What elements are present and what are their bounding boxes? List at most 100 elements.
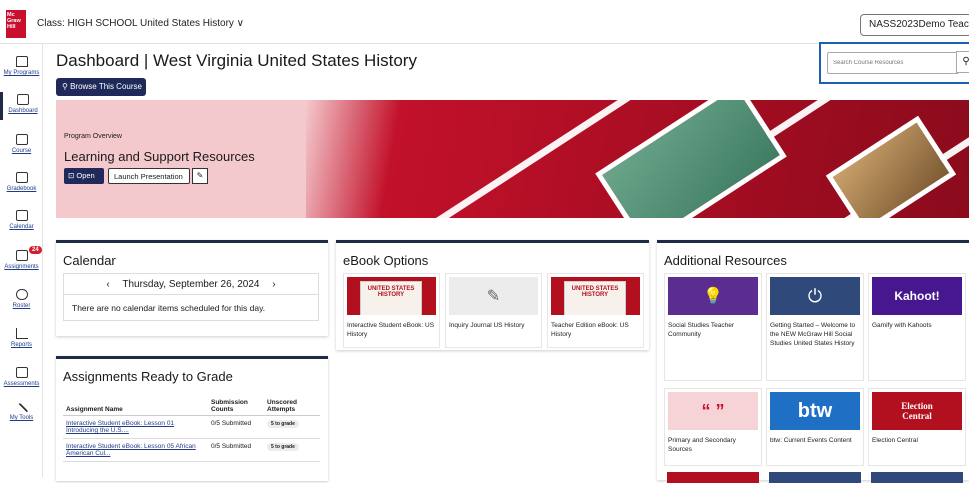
class-selector[interactable]: Class: HIGH SCHOOL United States History… (37, 18, 244, 29)
book-cover-text: UNITED STATES HISTORY (564, 281, 626, 315)
statue-of-liberty-image (595, 100, 787, 218)
column-header: Assignment Name (63, 397, 208, 416)
table-row: Interactive Student eBook: Lesson 01 Int… (63, 415, 320, 439)
banner-photo (825, 115, 957, 218)
prev-day-button[interactable]: ‹ (106, 279, 109, 290)
home-icon (15, 56, 28, 67)
lightbulb-icon: 💡 (668, 277, 758, 315)
sidebar-item-label: My Tools (9, 415, 34, 421)
sidebar-item-assessments[interactable]: Assessments (0, 367, 43, 387)
kahoot-logo: Kahoot! (872, 277, 962, 315)
assignments-table: Assignment Name Submission Counts Unscor… (63, 397, 320, 462)
sidebar-item-calendar[interactable]: Calendar (0, 210, 43, 230)
ebook-tile[interactable]: UNITED STATES HISTORY Teacher Edition eB… (547, 273, 644, 348)
sidebar-item-reports[interactable]: Reports (0, 328, 43, 348)
sidebar-item-label: Reports (10, 342, 32, 348)
chart-icon (15, 328, 28, 339)
status-badge: 5 to grade (267, 420, 299, 428)
calendar-title: Calendar (63, 253, 116, 268)
ebook-title: eBook Options (343, 253, 429, 268)
ebook-caption: Interactive Student eBook: US History (347, 322, 435, 338)
resource-caption: Gamify with Kahoots (872, 322, 932, 329)
resource-caption: Getting Started – Welcome to the NEW McG… (770, 322, 856, 347)
resources-title: Additional Resources (664, 253, 787, 268)
ebook-caption: Teacher Edition eBook: US History (551, 322, 629, 338)
resource-caption: Social Studies Teacher Community (668, 322, 735, 338)
assignments-count-badge: 24 (29, 246, 42, 254)
open-button[interactable]: ⊡ Open (64, 168, 104, 184)
resource-caption: Election Central (872, 437, 918, 444)
sidebar-item-course[interactable]: Course (0, 134, 43, 154)
program-overview-banner: Program Overview Learning and Support Re… (56, 100, 969, 218)
search-box: ⚲ (819, 42, 969, 84)
submission-count: 0/5 Submitted (208, 438, 264, 462)
calendar-icon (15, 210, 28, 221)
sidebar-item-dashboard[interactable]: Dashboard (0, 92, 43, 120)
sidebar-item-roster[interactable]: Roster (0, 289, 43, 309)
sidebar-item-assignments[interactable]: 24 Assignments (0, 246, 43, 270)
resource-tile-partial (667, 472, 759, 483)
power-icon: ⏻ (770, 277, 860, 315)
dashboard-icon (17, 94, 29, 105)
ebook-cover-image: UNITED STATES HISTORY (347, 277, 436, 315)
sidebar-item-label: Calendar (9, 224, 34, 230)
mcgraw-hill-logo[interactable]: Mc Graw Hill (6, 10, 26, 38)
resource-tile[interactable]: ⏻ Getting Started – Welcome to the NEW M… (766, 273, 864, 381)
sidebar-item-gradebook[interactable]: Gradebook (0, 172, 43, 192)
next-day-button[interactable]: › (272, 279, 275, 290)
resource-tile-partial (871, 472, 963, 483)
search-input[interactable] (827, 52, 959, 74)
page-title: Dashboard | West Virginia United States … (56, 51, 417, 70)
resource-tile[interactable]: 💡 Social Studies Teacher Community (664, 273, 762, 381)
journal-icon: ✎ (449, 277, 538, 315)
banner-artwork (306, 100, 969, 218)
top-bar: Mc Graw Hill Class: HIGH SCHOOL United S… (0, 0, 969, 44)
btw-logo: btw (770, 392, 860, 430)
resource-tile[interactable]: btw btw: Current Events Content (766, 388, 864, 466)
user-menu-button[interactable]: NASS2023Demo Teacher ∨ (860, 14, 969, 36)
calendar-date: Thursday, September 26, 2024 (122, 279, 260, 290)
resource-tile[interactable]: Election Central Election Central (868, 388, 966, 466)
ebook-cover-image: UNITED STATES HISTORY (551, 277, 640, 315)
logo-text: Hill (7, 24, 16, 30)
assignment-link[interactable]: Interactive Student eBook: Lesson 01 Int… (66, 420, 174, 434)
resource-caption: btw: Current Events Content (770, 437, 852, 444)
sidebar-item-label: Roster (12, 303, 31, 309)
sidebar-item-my-programs[interactable]: My Programs (0, 56, 43, 76)
sidebar-item-label: Gradebook (6, 186, 37, 192)
tools-icon (15, 402, 28, 416)
sidebar-item-my-tools[interactable]: My Tools (0, 402, 43, 421)
calendar-card: Calendar ‹ Thursday, September 26, 2024 … (56, 240, 328, 336)
calendar-empty-message: There are no calendar items scheduled fo… (63, 295, 319, 321)
ebook-options-card: eBook Options UNITED STATES HISTORY Inte… (336, 240, 649, 350)
assignments-title: Assignments Ready to Grade (63, 369, 233, 384)
gradebook-icon (15, 172, 28, 183)
resource-tile[interactable]: “ ” Primary and Secondary Sources (664, 388, 762, 466)
calendar-date-nav: ‹ Thursday, September 26, 2024 › (63, 273, 319, 295)
sidebar-item-label: Course (11, 148, 32, 154)
assignments-card: Assignments Ready to Grade Assignment Na… (56, 356, 328, 481)
resource-tile-partial (769, 472, 861, 483)
additional-resources-card: Additional Resources 💡 Social Studies Te… (657, 240, 969, 483)
quote-icon: “ ” (668, 392, 758, 430)
submission-count: 0/5 Submitted (208, 415, 264, 439)
resource-tile[interactable]: Kahoot! Gamify with Kahoots (868, 273, 966, 381)
browse-course-button[interactable]: ⚲ Browse This Course (56, 78, 146, 96)
people-icon (15, 289, 28, 300)
sidebar-item-label: Assignments (4, 264, 39, 270)
sidebar-item-label: Assessments (3, 381, 40, 387)
assessment-icon (15, 367, 28, 378)
column-header: Unscored Attempts (264, 397, 320, 416)
assignment-link[interactable]: Interactive Student eBook: Lesson 05 Afr… (66, 443, 196, 457)
sidebar-item-label: Dashboard (8, 108, 38, 114)
ebook-tile[interactable]: UNITED STATES HISTORY Interactive Studen… (343, 273, 440, 348)
ebook-tile[interactable]: ✎ Inquiry Journal US History (445, 273, 542, 348)
status-badge: 5 to grade (267, 443, 299, 451)
banner-label: Program Overview (64, 133, 122, 140)
assignments-icon (15, 250, 28, 261)
book-icon (15, 134, 28, 145)
book-cover-text: UNITED STATES HISTORY (360, 281, 422, 315)
search-icon[interactable]: ⚲ (956, 51, 969, 73)
launch-presentation-button[interactable]: Launch Presentation (108, 168, 190, 184)
edit-icon[interactable]: ✎ (192, 168, 208, 184)
